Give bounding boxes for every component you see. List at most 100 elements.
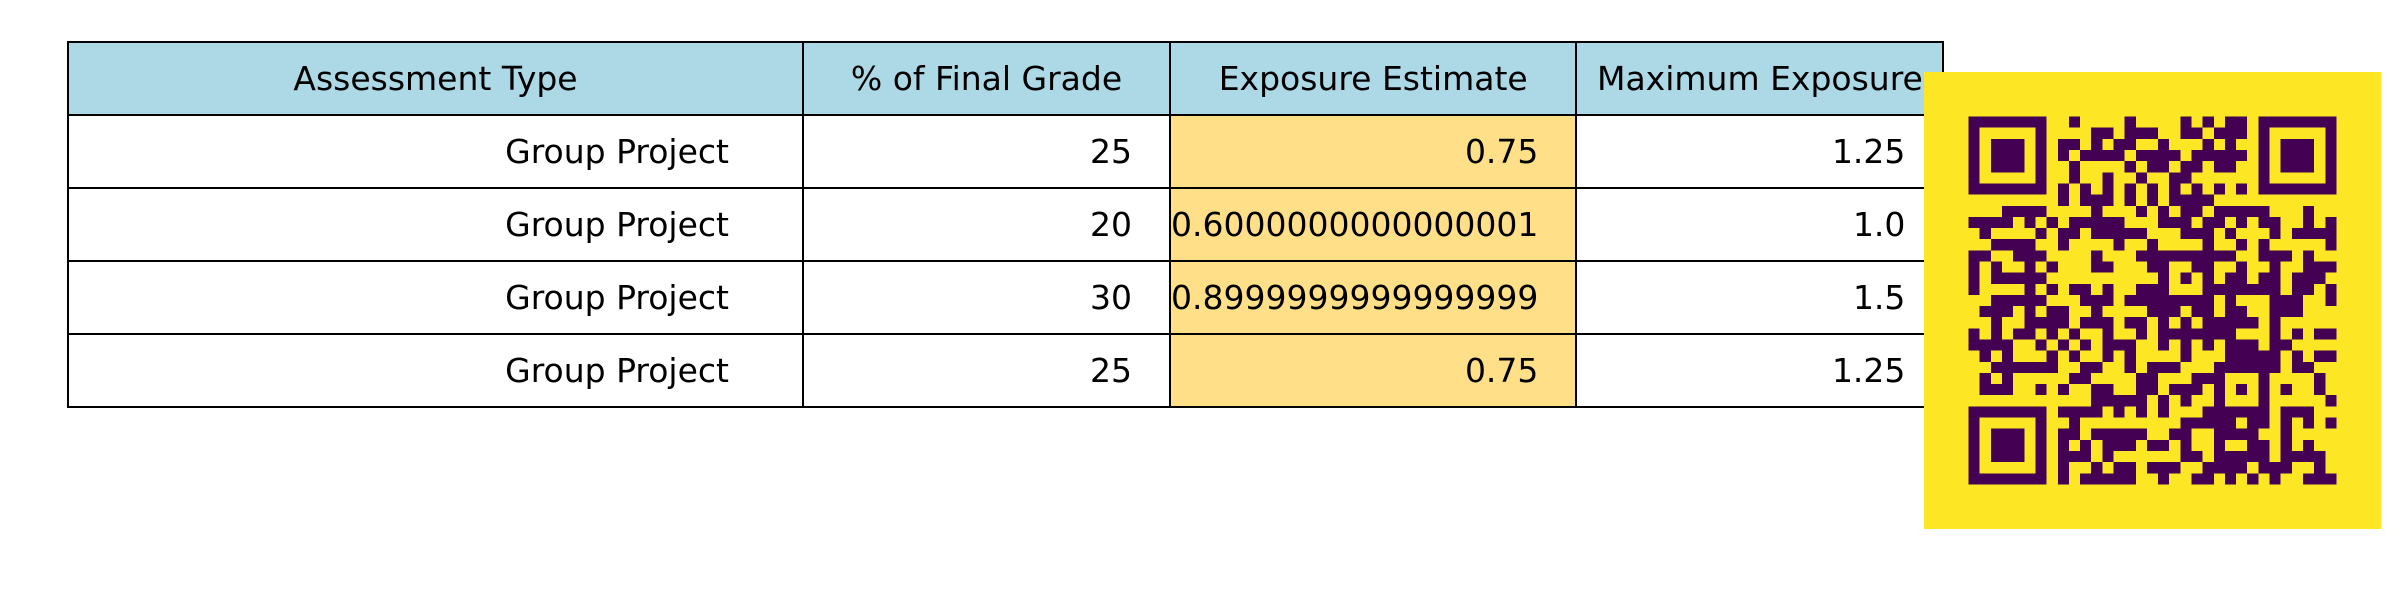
qr-module	[1968, 283, 1980, 295]
qr-module	[2224, 317, 2237, 329]
qr-module	[2280, 138, 2292, 151]
qr-module	[2169, 294, 2181, 307]
qr-module	[2046, 261, 2058, 273]
qr-module	[2146, 462, 2159, 474]
qr-module	[2180, 228, 2192, 240]
qr-module	[2146, 439, 2159, 451]
qr-module	[2325, 150, 2337, 162]
qr-module	[2102, 328, 2114, 340]
qr-module	[2002, 384, 2014, 396]
column-header: Maximum Exposure	[1575, 41, 1945, 116]
qr-module	[2024, 294, 2036, 307]
qr-module	[2002, 406, 2014, 418]
qr-module	[2280, 428, 2292, 440]
qr-module	[2202, 261, 2214, 273]
qr-module	[2258, 250, 2270, 262]
qr-module	[2258, 216, 2270, 229]
qr-module	[2291, 138, 2303, 151]
qr-module	[2013, 250, 2025, 262]
qr-module	[2258, 127, 2270, 139]
qr-module	[2158, 462, 2170, 474]
qr-module	[2314, 116, 2326, 128]
qr-module	[2236, 272, 2248, 284]
qr-module	[2091, 361, 2103, 373]
qr-module	[2135, 127, 2147, 139]
qr-module	[2135, 428, 2147, 440]
qr-module	[1990, 450, 2003, 463]
qr-module	[2314, 228, 2326, 240]
qr-module	[2291, 361, 2303, 373]
qr-module	[2224, 283, 2237, 295]
qr-module	[2124, 361, 2136, 373]
qr-module	[2057, 239, 2069, 251]
qr-module	[2213, 406, 2225, 418]
qr-module	[2169, 306, 2181, 318]
qr-module	[2325, 294, 2337, 307]
qr-module	[2169, 150, 2181, 162]
qr-module	[2135, 228, 2147, 240]
qr-module	[2213, 216, 2225, 229]
qr-module	[2302, 228, 2315, 240]
qr-module	[2158, 473, 2170, 485]
qr-module	[2258, 384, 2270, 396]
qr-module	[2247, 205, 2259, 217]
qr-module	[2180, 172, 2192, 184]
table-row: Group Project 25 0.75 1.25	[67, 114, 1945, 189]
qr-module	[2224, 228, 2237, 240]
qr-module	[2202, 116, 2214, 128]
qr-module	[2314, 450, 2326, 463]
qr-module	[2180, 439, 2192, 451]
qr-module	[2169, 250, 2181, 262]
qr-module	[2314, 183, 2326, 195]
qr-module	[2169, 216, 2181, 229]
column-header: % of Final Grade	[802, 41, 1171, 116]
qr-module	[2024, 317, 2036, 329]
qr-module	[2158, 395, 2170, 407]
qr-module	[2024, 283, 2036, 295]
qr-module	[2158, 328, 2170, 340]
qr-module	[2202, 306, 2214, 318]
qr-module	[2258, 450, 2270, 463]
qr-module	[2269, 339, 2281, 351]
qr-module	[2280, 384, 2292, 396]
qr-module	[2013, 205, 2025, 217]
qr-module	[2158, 216, 2170, 229]
qr-module	[2247, 361, 2259, 373]
qr-module	[2068, 450, 2081, 463]
qr-module	[2269, 473, 2281, 485]
qr-module	[2180, 328, 2192, 340]
qr-module	[2180, 127, 2192, 139]
qr-module	[2124, 194, 2136, 206]
qr-module	[2314, 473, 2326, 485]
qr-module	[2102, 194, 2114, 206]
qr-module	[2180, 450, 2192, 463]
qr-module	[2191, 450, 2203, 463]
qr-module	[2146, 372, 2159, 385]
qr-module	[2191, 306, 2203, 318]
qr-module	[1968, 216, 1980, 229]
qr-module	[2091, 194, 2103, 206]
qr-module	[2224, 328, 2237, 340]
qr-module	[2091, 150, 2103, 162]
qr-module	[2269, 272, 2281, 284]
qr-module	[2013, 183, 2025, 195]
qr-module	[2158, 150, 2170, 162]
qr-module	[2080, 150, 2092, 162]
qr-module	[2158, 317, 2170, 329]
qr-module	[2002, 205, 2014, 217]
qr-module	[2258, 406, 2270, 418]
qr-module	[2247, 339, 2259, 351]
qr-module	[2158, 294, 2170, 307]
qr-module	[2191, 294, 2203, 307]
qr-module	[2124, 183, 2136, 195]
qr-module	[2102, 183, 2114, 195]
qr-module	[2091, 127, 2103, 139]
qr-module	[2180, 116, 2192, 128]
qr-module	[2325, 328, 2337, 340]
qr-module	[2113, 228, 2125, 240]
qr-module	[2113, 462, 2125, 474]
qr-module	[2202, 228, 2214, 240]
qr-module	[2135, 372, 2147, 385]
qr-module	[2314, 350, 2326, 362]
qr-module	[1990, 306, 2003, 318]
